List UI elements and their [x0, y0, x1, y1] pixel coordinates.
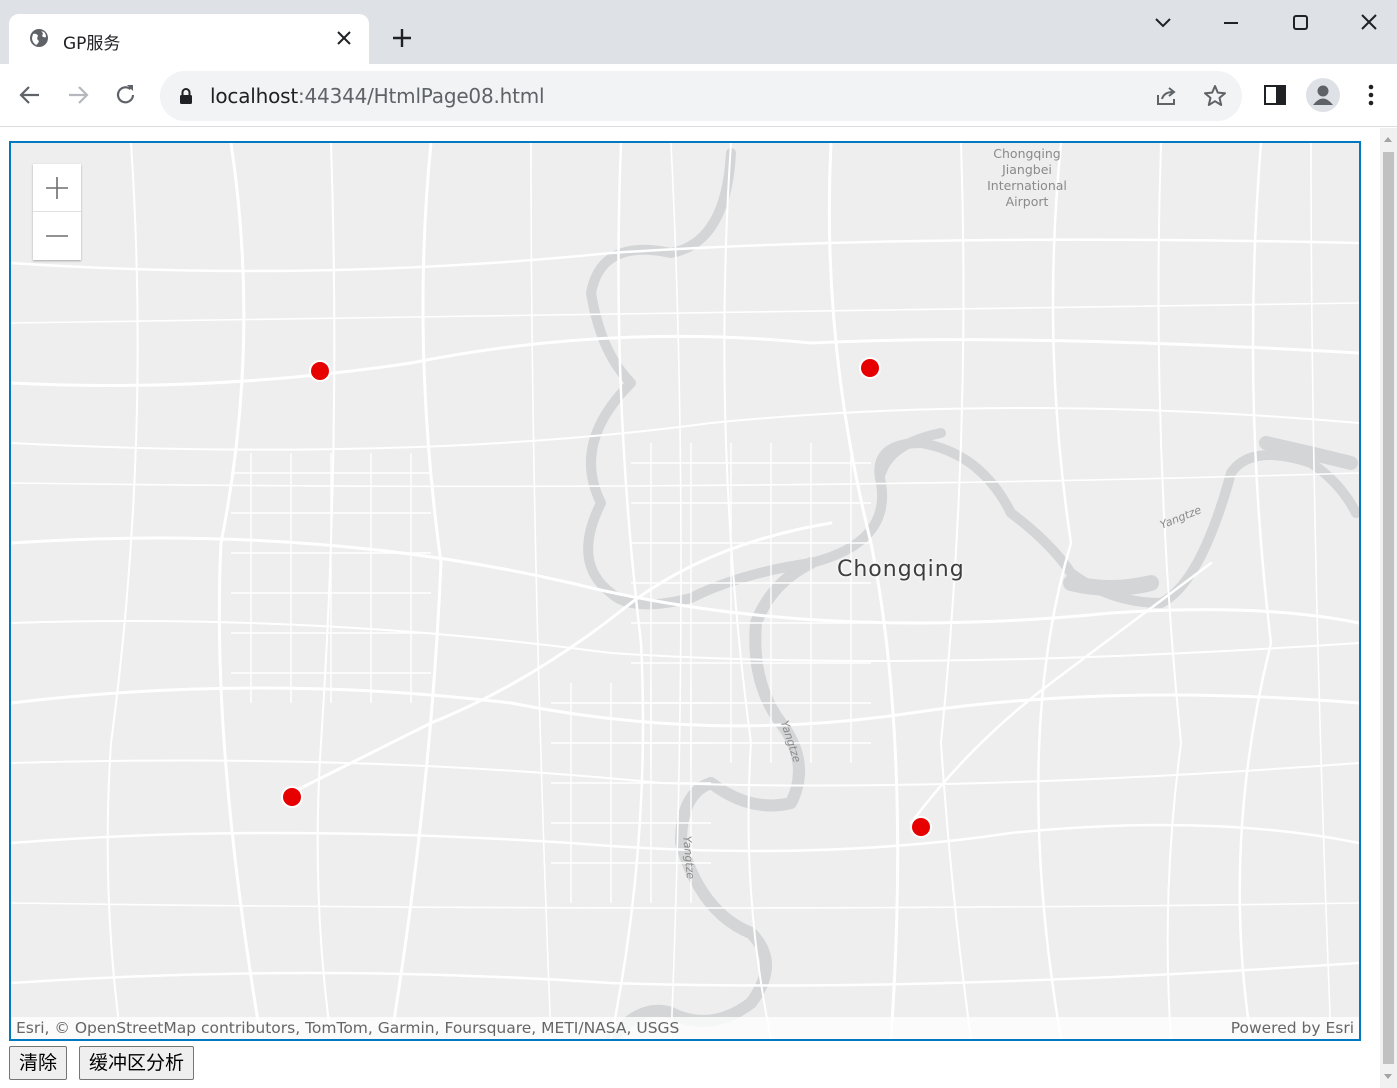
forward-arrow-icon[interactable]: [65, 82, 91, 108]
map-point-marker[interactable]: [280, 785, 304, 809]
globe-icon: [30, 29, 48, 47]
zoom-control: [33, 164, 81, 260]
minus-icon: [46, 235, 68, 237]
airport-label-line: Jiangbei: [1002, 162, 1052, 177]
airport-label-line: Chongqing: [993, 146, 1061, 161]
city-label: Chongqing: [837, 557, 965, 582]
clear-button[interactable]: 清除: [9, 1046, 68, 1080]
url-text: localhost:44344/HtmlPage08.html: [210, 84, 545, 108]
buffer-analysis-button[interactable]: 缓冲区分析: [79, 1046, 195, 1080]
plus-icon: [46, 176, 68, 199]
tab-strip: GP服务: [0, 0, 1397, 64]
scroll-up-arrow-icon[interactable]: [1384, 137, 1392, 142]
reload-icon[interactable]: [113, 82, 139, 108]
back-arrow-icon[interactable]: [17, 82, 43, 108]
new-tab-icon[interactable]: [390, 26, 414, 50]
profile-icon: [1313, 85, 1333, 105]
powered-by-esri[interactable]: Powered by Esri: [1231, 1019, 1354, 1037]
scroll-down-arrow-icon[interactable]: [1384, 1074, 1392, 1079]
page-viewport: Chongqing Jiangbei International Airport…: [0, 128, 1380, 1088]
scroll-thumb[interactable]: [1383, 152, 1394, 1064]
close-icon[interactable]: [335, 29, 353, 47]
airport-label-line: International: [987, 178, 1067, 193]
share-icon[interactable]: [1154, 83, 1180, 109]
airport-label-line: Airport: [1005, 194, 1049, 209]
browser-tab[interactable]: GP服务: [9, 14, 369, 64]
tab-search-icon[interactable]: [1148, 8, 1178, 38]
url-host: localhost: [210, 84, 298, 108]
browser-toolbar: localhost:44344/HtmlPage08.html: [0, 64, 1397, 127]
basemap: [11, 143, 1359, 1039]
map-point-marker[interactable]: [308, 359, 332, 383]
side-panel-icon[interactable]: [1262, 82, 1288, 108]
map-attribution: Esri, © OpenStreetMap contributors, TomT…: [11, 1017, 1359, 1039]
zoom-in-button[interactable]: [33, 164, 81, 212]
attribution-text[interactable]: Esri, © OpenStreetMap contributors, TomT…: [16, 1019, 679, 1037]
address-bar[interactable]: localhost:44344/HtmlPage08.html: [160, 71, 1242, 121]
url-path: :44344/HtmlPage08.html: [297, 84, 545, 108]
menu-dots-icon[interactable]: [1358, 82, 1384, 108]
map-point-marker[interactable]: [909, 815, 933, 839]
maximize-icon[interactable]: [1285, 8, 1315, 38]
vertical-scrollbar[interactable]: [1380, 128, 1397, 1088]
zoom-out-button[interactable]: [33, 212, 81, 260]
window-close-icon[interactable]: [1354, 8, 1384, 38]
tab-title: GP服务: [63, 34, 121, 54]
airport-label: Chongqing Jiangbei International Airport: [979, 146, 1075, 210]
lock-icon[interactable]: [178, 87, 194, 105]
map-view[interactable]: Chongqing Jiangbei International Airport…: [9, 141, 1361, 1041]
profile-avatar[interactable]: [1306, 78, 1340, 112]
map-point-marker[interactable]: [858, 356, 882, 380]
minimize-icon[interactable]: [1216, 8, 1246, 38]
bookmark-star-icon[interactable]: [1202, 83, 1228, 109]
